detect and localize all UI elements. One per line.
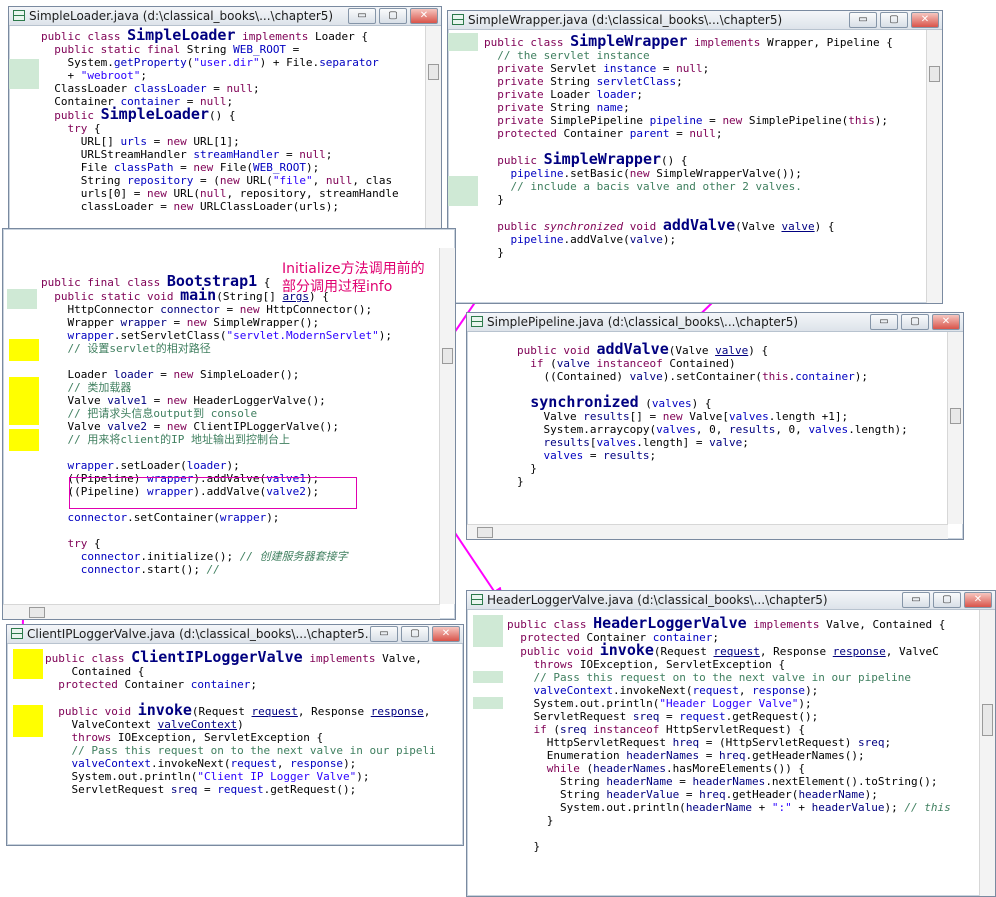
maximize-button[interactable]: ▢ bbox=[901, 314, 929, 330]
simpleloader-titlebar[interactable]: SimpleLoader.java (d:\classical_books\..… bbox=[9, 7, 441, 26]
close-button[interactable]: ✕ bbox=[932, 314, 960, 330]
horizontal-scrollbar[interactable] bbox=[3, 604, 440, 619]
window-title: SimpleLoader.java (d:\classical_books\..… bbox=[29, 9, 334, 23]
gutter-marker bbox=[473, 671, 503, 683]
code-editor[interactable]: public final class Bootstrap1 { public s… bbox=[41, 274, 392, 577]
simplewrapper-window[interactable]: SimpleWrapper.java (d:\classical_books\.… bbox=[447, 10, 943, 304]
java-file-icon bbox=[13, 10, 25, 21]
scroll-thumb[interactable] bbox=[442, 348, 453, 364]
gutter-marker bbox=[448, 176, 478, 206]
vertical-scrollbar[interactable] bbox=[439, 248, 455, 604]
simplepipeline-titlebar[interactable]: SimplePipeline.java (d:\classical_books\… bbox=[467, 313, 963, 332]
close-button[interactable]: ✕ bbox=[911, 12, 939, 28]
maximize-button[interactable]: ▢ bbox=[880, 12, 908, 28]
vertical-scrollbar[interactable] bbox=[926, 30, 942, 303]
scroll-thumb[interactable] bbox=[428, 64, 439, 80]
code-editor[interactable]: public class SimpleWrapper implements Wr… bbox=[484, 34, 893, 260]
simplepipeline-window[interactable]: SimplePipeline.java (d:\classical_books\… bbox=[466, 312, 964, 540]
window-title: ClientIPLoggerValve.java (d:\classical_b… bbox=[27, 627, 377, 641]
highlight-marker bbox=[9, 339, 39, 361]
window-title: HeaderLoggerValve.java (d:\classical_boo… bbox=[487, 593, 828, 607]
minimize-button[interactable]: ▭ bbox=[370, 626, 398, 642]
horizontal-scrollbar[interactable] bbox=[467, 524, 948, 539]
code-editor[interactable]: public class HeaderLoggerValve implement… bbox=[507, 616, 951, 854]
gutter-marker bbox=[473, 615, 503, 647]
code-editor[interactable]: public class ClientIPLoggerValve impleme… bbox=[45, 650, 436, 797]
scroll-thumb[interactable] bbox=[982, 704, 993, 736]
minimize-button[interactable]: ▭ bbox=[870, 314, 898, 330]
simplewrapper-titlebar[interactable]: SimpleWrapper.java (d:\classical_books\.… bbox=[448, 11, 942, 30]
maximize-button[interactable]: ▢ bbox=[933, 592, 961, 608]
scroll-thumb[interactable] bbox=[477, 527, 493, 538]
java-file-icon bbox=[452, 14, 464, 25]
annotation-line: 部分调用过程info bbox=[282, 279, 393, 295]
minimize-button[interactable]: ▭ bbox=[902, 592, 930, 608]
clientiplogger-titlebar[interactable]: ClientIPLoggerValve.java (d:\classical_b… bbox=[7, 625, 463, 644]
gutter-marker bbox=[473, 697, 503, 709]
highlight-marker bbox=[9, 429, 39, 451]
code-editor[interactable]: public void addValve(Valve valve) { if (… bbox=[517, 342, 908, 489]
vertical-scrollbar[interactable] bbox=[425, 26, 441, 232]
window-title: SimpleWrapper.java (d:\classical_books\.… bbox=[468, 13, 783, 27]
highlight-marker bbox=[13, 649, 43, 679]
scroll-thumb[interactable] bbox=[29, 607, 45, 618]
gutter-marker bbox=[448, 33, 478, 51]
close-button[interactable]: ✕ bbox=[964, 592, 992, 608]
window-title: SimplePipeline.java (d:\classical_books\… bbox=[487, 315, 799, 329]
simpleloader-window[interactable]: SimpleLoader.java (d:\classical_books\..… bbox=[8, 6, 442, 248]
headerlogger-titlebar[interactable]: HeaderLoggerValve.java (d:\classical_boo… bbox=[467, 591, 995, 610]
highlight-marker bbox=[13, 705, 43, 737]
minimize-button[interactable]: ▭ bbox=[348, 8, 376, 24]
maximize-button[interactable]: ▢ bbox=[379, 8, 407, 24]
java-file-icon bbox=[471, 594, 483, 605]
headerlogger-window[interactable]: HeaderLoggerValve.java (d:\classical_boo… bbox=[466, 590, 996, 897]
minimize-button[interactable]: ▭ bbox=[849, 12, 877, 28]
close-button[interactable]: ✕ bbox=[432, 626, 460, 642]
addvalve-highlight-box bbox=[69, 477, 357, 509]
scroll-thumb[interactable] bbox=[950, 408, 961, 424]
highlight-marker bbox=[9, 377, 39, 425]
java-file-icon bbox=[11, 628, 23, 639]
close-button[interactable]: ✕ bbox=[410, 8, 438, 24]
gutter-marker bbox=[7, 289, 37, 309]
annotation-line: Initialize方法调用前的 bbox=[282, 261, 425, 277]
maximize-button[interactable]: ▢ bbox=[401, 626, 429, 642]
scroll-thumb[interactable] bbox=[929, 66, 940, 82]
code-editor[interactable]: public class SimpleLoader implements Loa… bbox=[41, 28, 399, 214]
vertical-scrollbar[interactable] bbox=[979, 610, 995, 896]
gutter-marker bbox=[9, 59, 39, 89]
vertical-scrollbar[interactable] bbox=[947, 332, 963, 524]
clientiplogger-window[interactable]: ClientIPLoggerValve.java (d:\classical_b… bbox=[6, 624, 464, 846]
annotation-note: Initialize方法调用前的 部分调用过程info bbox=[282, 260, 425, 296]
java-file-icon bbox=[471, 316, 483, 327]
